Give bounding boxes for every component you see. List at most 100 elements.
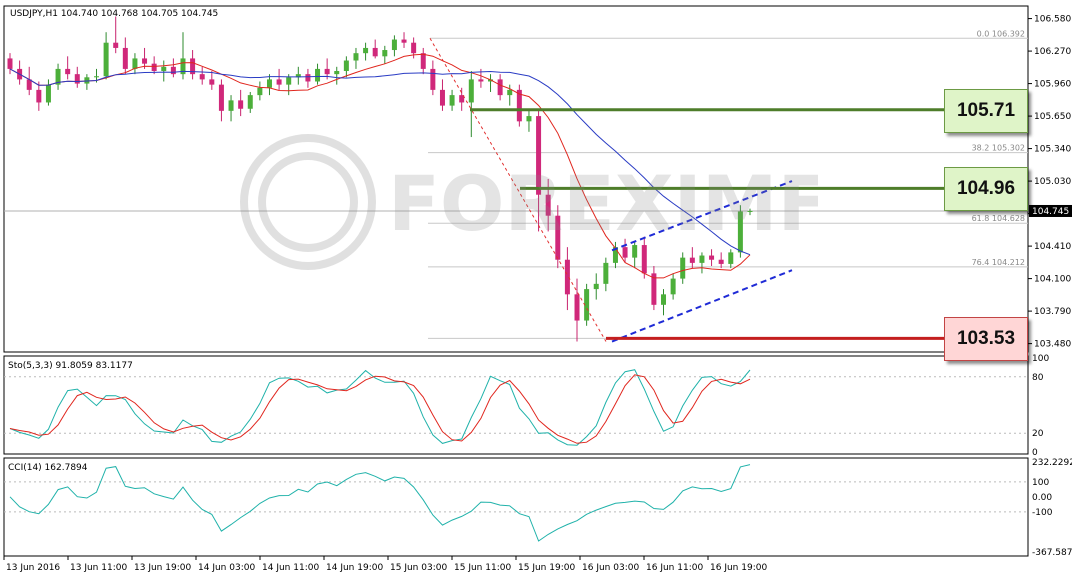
candle-body (430, 68, 436, 90)
candle-body (113, 42, 119, 48)
y-tick-label: 103.790 (1034, 307, 1071, 317)
y-tick-label: 105.030 (1034, 177, 1071, 187)
stochastic-label: Sto(5,3,3) 91.8059 83.1177 (8, 361, 133, 371)
x-tick-label: 15 Jun 03:00 (390, 563, 447, 573)
resistance-level-box: 105.71 (944, 88, 1028, 133)
x-tick-label: 13 Jun 19:00 (134, 563, 191, 573)
cci-label: CCI(14) 162.7894 (8, 463, 88, 473)
cci-tick-label: 100 (1032, 478, 1049, 488)
candle-body (324, 68, 330, 75)
cci-panel-frame (3, 457, 1029, 557)
resistance-level-label: 105.71 (956, 99, 1016, 121)
stochastic-panel-frame (3, 355, 1029, 455)
chart-header: USDJPY,H1 104.740 104.768 104.705 104.74… (10, 9, 218, 19)
x-tick-label: 14 Jun 19:00 (326, 563, 383, 573)
candle-body (36, 89, 42, 103)
fib-level-label: 61.8 104.628 (972, 214, 1025, 223)
candle-body (247, 95, 253, 109)
y-tick-label: 105.650 (1034, 112, 1071, 122)
candle-body (372, 47, 378, 57)
candle-body (478, 79, 484, 82)
price-chart: USDJPY,H1 104.740 104.768 104.705 104.74… (3, 5, 1072, 573)
current-price-label: 104.745 (1032, 207, 1069, 217)
candle-body (497, 79, 503, 96)
support-level-box: 103.53 (944, 317, 1028, 362)
x-tick-label: 16 Jun 03:00 (582, 563, 639, 573)
stochastic-tick-label: 100 (1032, 354, 1049, 364)
candle-body (334, 71, 340, 75)
y-tick-label: 103.480 (1034, 340, 1071, 350)
candle-body (363, 47, 369, 54)
candle-body (391, 39, 397, 51)
candle-body (468, 79, 474, 103)
x-tick-label: 15 Jun 11:00 (454, 563, 511, 573)
y-tick-label: 106.270 (1034, 47, 1071, 57)
candle-body (45, 84, 51, 103)
y-tick-label: 104.410 (1034, 242, 1071, 252)
x-tick-label: 16 Jun 19:00 (710, 563, 767, 573)
resistance-level-label: 104.96 (956, 178, 1016, 200)
candle-body (170, 66, 176, 75)
candle-body (93, 76, 99, 78)
candle-body (382, 50, 388, 57)
x-tick-label: 14 Jun 11:00 (262, 563, 319, 573)
x-tick-label: 13 Jun 11:00 (70, 563, 127, 573)
candle-body (276, 79, 282, 85)
candle-body (507, 89, 513, 96)
candle-body (199, 74, 205, 80)
candle-body (238, 100, 244, 109)
channel-lower-line (611, 269, 793, 343)
fib-level-label: 76.4 104.212 (972, 258, 1025, 267)
x-tick-label: 16 Jun 11:00 (646, 563, 703, 573)
candle-body (218, 84, 224, 111)
candle-body (420, 53, 426, 69)
candle-body (132, 58, 138, 69)
y-tick-label: 106.580 (1034, 15, 1071, 25)
y-tick-label: 104.100 (1034, 275, 1071, 285)
stochastic-main-line (9, 369, 751, 446)
candle-body (401, 39, 407, 43)
candle-body (65, 68, 71, 75)
candle-body (670, 278, 676, 295)
candle-body (122, 47, 128, 69)
y-tick-label: 105.340 (1034, 145, 1071, 155)
cci-tick-label: 232.2292 (1032, 458, 1072, 468)
candle-body (305, 74, 311, 82)
cci-line (9, 464, 751, 542)
candle-body (74, 74, 80, 84)
candle-body (286, 77, 292, 85)
stochastic-tick-label: 20 (1032, 429, 1044, 439)
candle-body (353, 53, 359, 61)
candle-body (661, 294, 667, 305)
candle-body (161, 66, 167, 72)
candle-body (209, 79, 215, 85)
x-tick-label: 14 Jun 03:00 (198, 563, 255, 573)
watermark-text: FOREXIMF.COM (388, 159, 818, 248)
watermark-logo: FOREXIMF.COM (240, 134, 818, 270)
candle-body (593, 283, 599, 290)
stochastic-tick-label: 0 (1032, 448, 1038, 458)
candle-body (343, 60, 349, 72)
candle-body (142, 58, 148, 64)
candle-body (574, 294, 580, 321)
y-tick-label: 105.960 (1034, 80, 1071, 90)
candle-body (315, 68, 321, 82)
x-tick-label: 15 Jun 19:00 (518, 563, 575, 573)
candle-body (257, 87, 263, 96)
candle-body (151, 63, 157, 72)
candle-body (266, 79, 272, 88)
cci-tick-label: 0.00 (1032, 493, 1052, 503)
candle-body (526, 116, 532, 122)
stochastic-tick-label: 80 (1032, 373, 1044, 383)
candle-body (228, 100, 234, 111)
resistance-level-box: 104.96 (944, 167, 1028, 212)
cci-tick-label: -100 (1032, 508, 1053, 518)
fib-level-label: 38.2 105.302 (972, 144, 1025, 153)
candle-body (103, 42, 109, 77)
candle-body (439, 89, 445, 106)
support-level-label: 103.53 (956, 328, 1016, 350)
candle-body (449, 95, 455, 106)
fib-level-label: 0.0 106.392 (977, 29, 1025, 38)
cci-tick-label: -367.5878 (1032, 548, 1072, 558)
candle-body (7, 58, 13, 69)
